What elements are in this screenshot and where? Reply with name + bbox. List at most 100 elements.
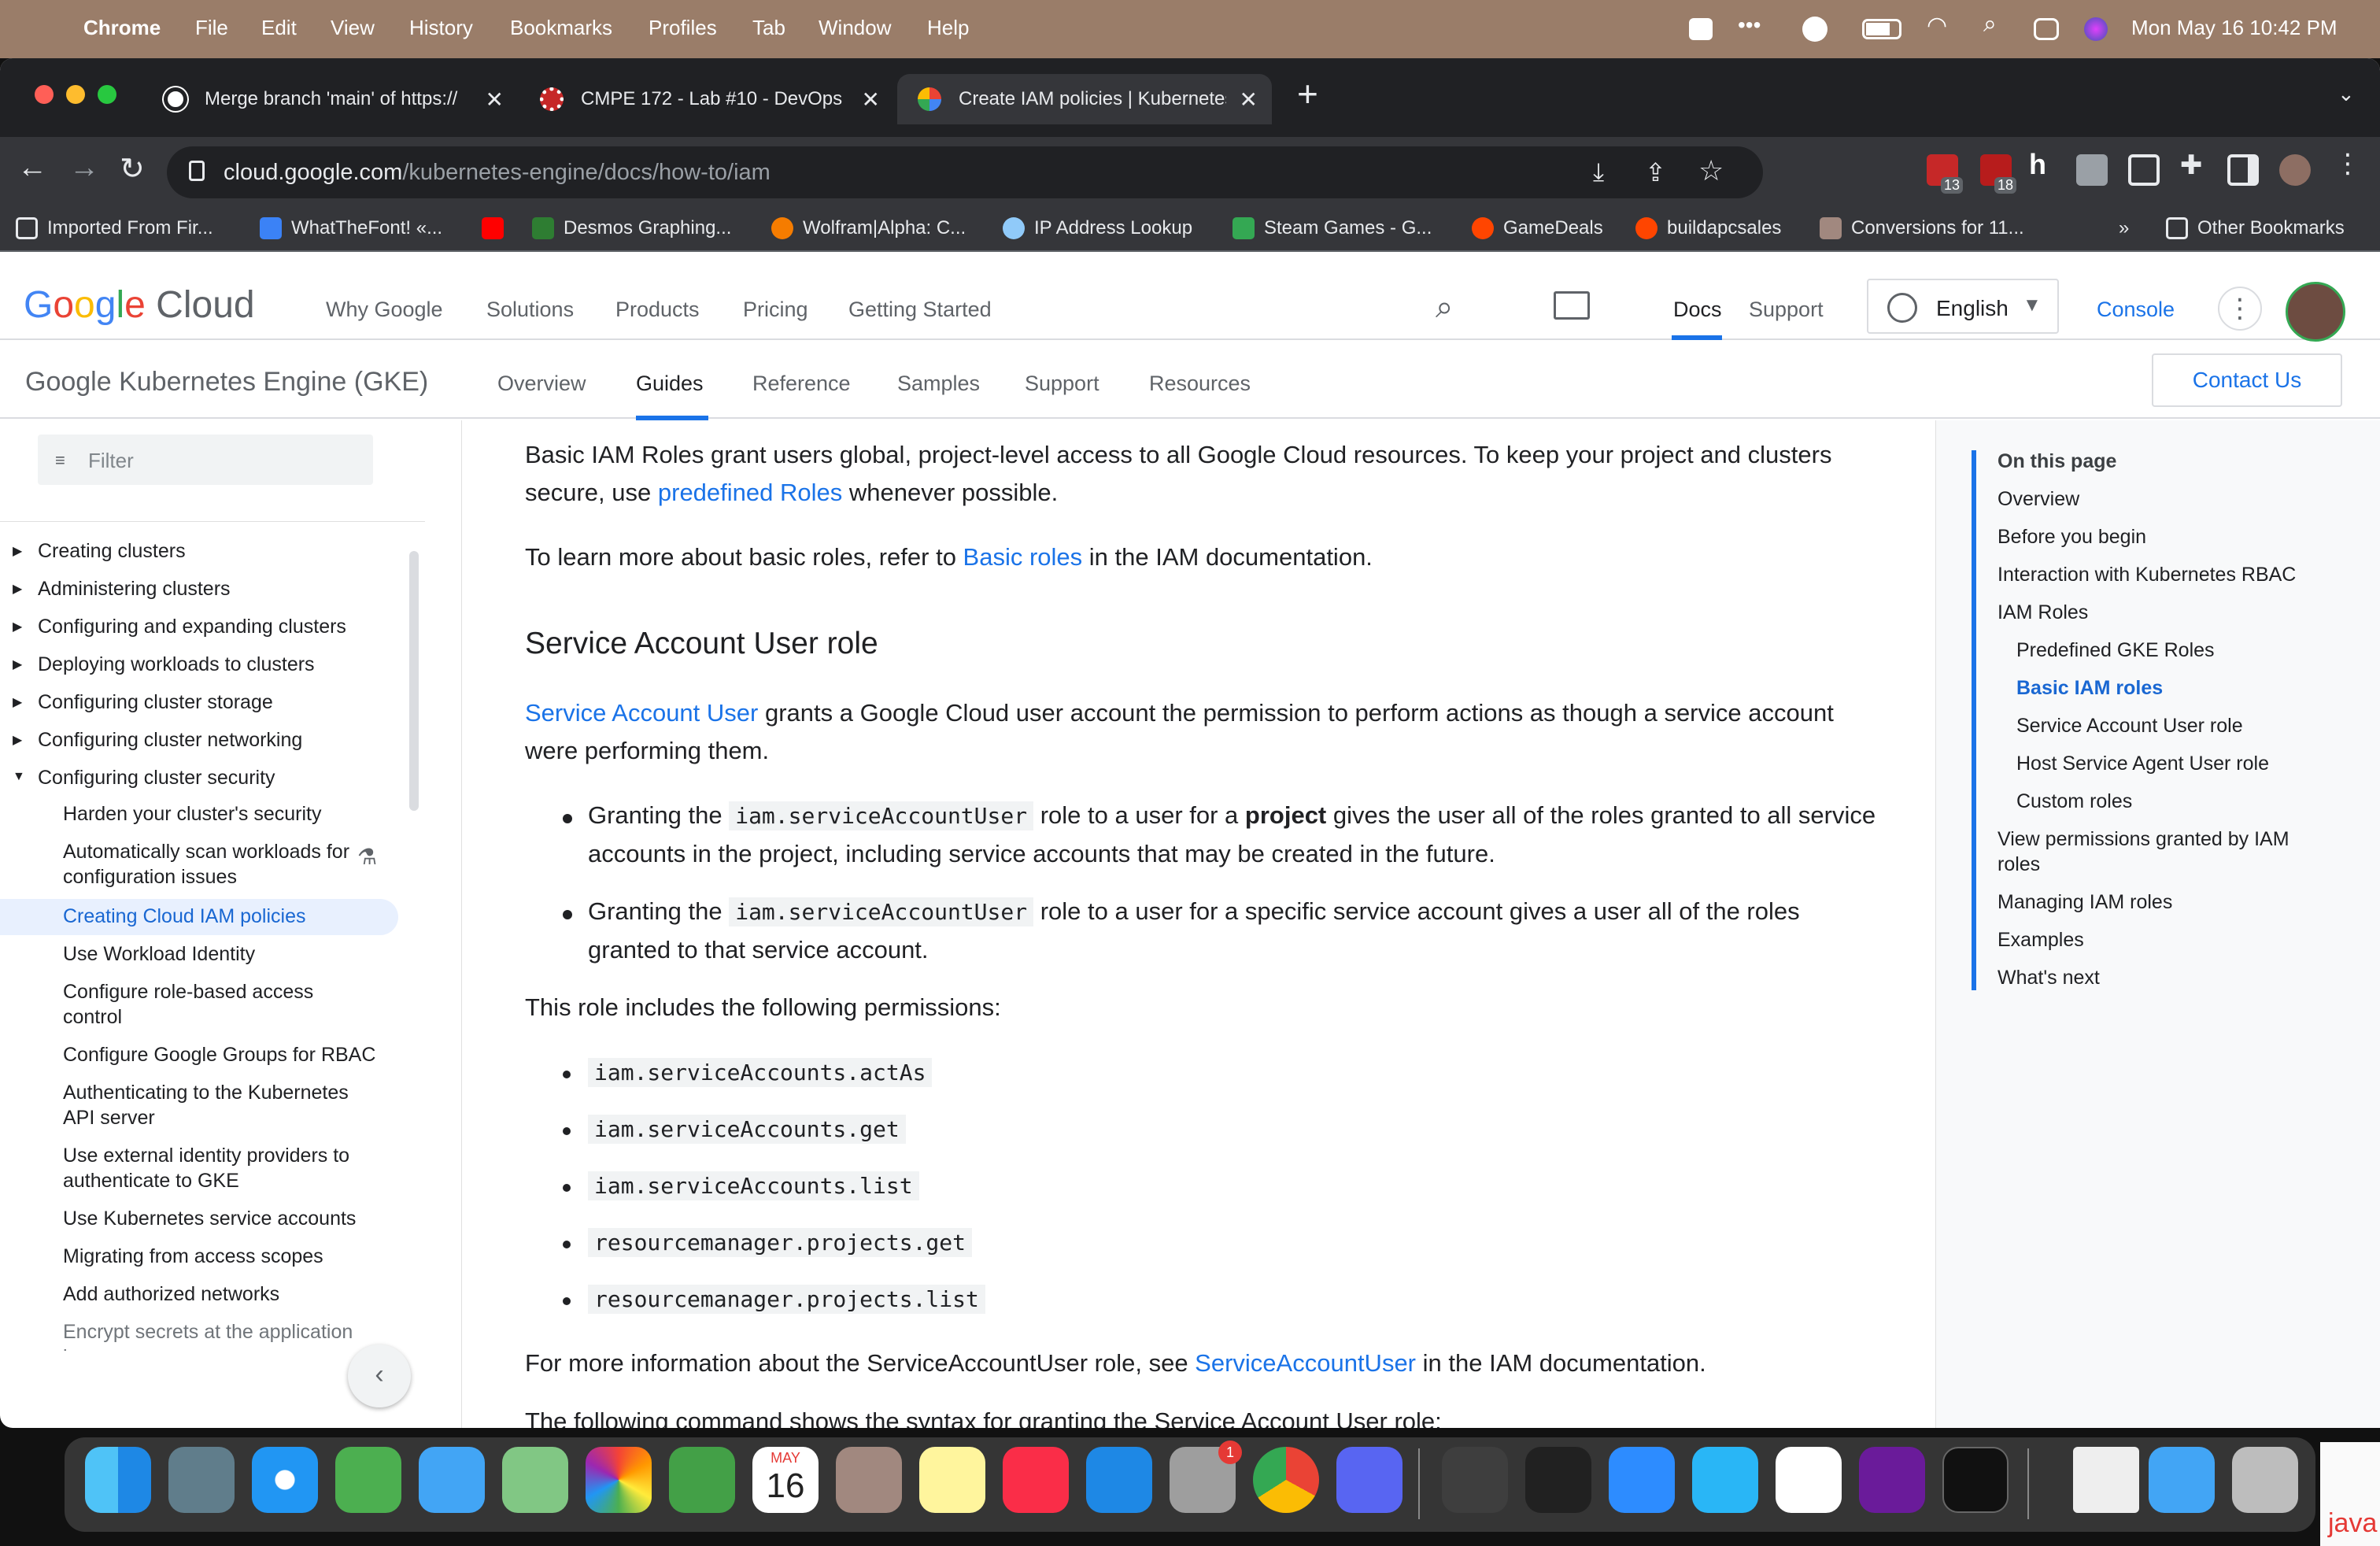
- toc-iam-roles[interactable]: IAM Roles: [1998, 600, 2088, 625]
- toc-interaction-rbac[interactable]: Interaction with Kubernetes RBAC: [1998, 562, 2296, 587]
- bookmark-desmos[interactable]: Desmos Graphing...: [532, 217, 731, 239]
- extension-printer-icon[interactable]: [2076, 154, 2108, 186]
- battery-icon[interactable]: [1862, 19, 1901, 39]
- menu-bookmarks[interactable]: Bookmarks: [510, 16, 612, 40]
- forward-button[interactable]: →: [69, 151, 99, 185]
- nav-why-google[interactable]: Why Google: [326, 298, 443, 322]
- safari-icon[interactable]: [252, 1447, 318, 1513]
- photos-icon[interactable]: [586, 1447, 652, 1513]
- other-bookmarks[interactable]: Other Bookmarks: [2166, 217, 2345, 239]
- bookmark-whatthefont[interactable]: WhatTheFont! «...: [260, 217, 442, 239]
- siri-icon[interactable]: [2084, 17, 2108, 41]
- nav-getting-started[interactable]: Getting Started: [848, 298, 992, 322]
- maximize-window-button[interactable]: [98, 85, 116, 104]
- back-button[interactable]: ←: [17, 151, 47, 185]
- downloads-folder-icon[interactable]: [2149, 1447, 2215, 1513]
- new-tab-button[interactable]: +: [1297, 72, 1318, 115]
- sidebar-item-scan-workloads[interactable]: Automatically scan workloads for configu…: [63, 839, 362, 890]
- tab-github[interactable]: Merge branch 'main' of https:// ✕: [143, 74, 518, 124]
- tab-resources[interactable]: Resources: [1149, 372, 1251, 396]
- service-account-user-link[interactable]: Service Account User: [525, 699, 758, 727]
- menu-app-name[interactable]: Chrome: [83, 16, 161, 40]
- nav-products[interactable]: Products: [615, 298, 700, 322]
- share-icon[interactable]: ⇪: [1645, 157, 1666, 187]
- address-bar[interactable]: cloud.google.com/kubernetes-engine/docs/…: [167, 146, 1763, 198]
- bookmark-youtube[interactable]: [482, 217, 513, 239]
- tab-search-chevron-icon[interactable]: ⌄: [2338, 82, 2355, 106]
- sidebar-item-creating-iam-policies[interactable]: Creating Cloud IAM policies: [63, 904, 378, 929]
- toc-examples[interactable]: Examples: [1998, 927, 2084, 952]
- bookmark-imported[interactable]: Imported From Fir...: [16, 217, 213, 239]
- contact-us-button[interactable]: Contact Us: [2152, 353, 2342, 407]
- facetime-status-icon[interactable]: [1689, 18, 1713, 40]
- google-cloud-logo[interactable]: Google Cloud: [24, 283, 255, 327]
- menu-history[interactable]: History: [409, 16, 473, 40]
- telegram-icon[interactable]: [1692, 1447, 1758, 1513]
- extension-calendar-icon[interactable]: 13: [1927, 154, 1963, 194]
- sidebar-section-configuring-expanding[interactable]: ▶ Configuring and expanding clusters: [13, 616, 346, 638]
- url-text[interactable]: cloud.google.com/kubernetes-engine/docs/…: [224, 160, 771, 186]
- notes-icon[interactable]: [919, 1447, 985, 1513]
- zoom-icon[interactable]: [1609, 1447, 1675, 1513]
- bookmark-ip-lookup[interactable]: IP Address Lookup: [1003, 217, 1192, 239]
- menubar-datetime[interactable]: Mon May 16 10:42 PM: [2131, 16, 2338, 40]
- github-desktop-icon[interactable]: [1859, 1447, 1925, 1513]
- sidebar-section-networking[interactable]: ▶ Configuring cluster networking: [13, 729, 302, 752]
- sidebar-item-external-idp[interactable]: Use external identity providers to authe…: [63, 1143, 378, 1193]
- sidebar-section-administering[interactable]: ▶ Administering clusters: [13, 578, 231, 601]
- close-window-button[interactable]: [35, 85, 54, 104]
- sidebar-section-creating-clusters[interactable]: ▶ Creating clusters: [13, 540, 186, 563]
- tab-google-cloud[interactable]: Create IAM policies | Kubernetes ✕: [897, 74, 1272, 124]
- nav-solutions[interactable]: Solutions: [486, 298, 574, 322]
- toc-host-service-agent[interactable]: Host Service Agent User role: [2016, 751, 2269, 776]
- finder-icon[interactable]: [85, 1447, 151, 1513]
- cloud-shell-icon[interactable]: [1554, 291, 1590, 320]
- slack-icon[interactable]: [1776, 1447, 1842, 1513]
- discord-icon[interactable]: [1336, 1447, 1402, 1513]
- service-account-user-iam-link[interactable]: ServiceAccountUser: [1195, 1349, 1416, 1377]
- menu-tab[interactable]: Tab: [752, 16, 785, 40]
- chrome-menu-icon[interactable]: ⋮: [2334, 148, 2366, 179]
- toc-managing-iam-roles[interactable]: Managing IAM roles: [1998, 890, 2172, 915]
- product-name[interactable]: Google Kubernetes Engine (GKE): [25, 367, 428, 398]
- profile-avatar[interactable]: [2279, 154, 2311, 186]
- launchpad-icon[interactable]: [168, 1447, 235, 1513]
- sidebar-section-deploying[interactable]: ▶ Deploying workloads to clusters: [13, 653, 315, 676]
- menu-help[interactable]: Help: [927, 16, 969, 40]
- calendar-icon[interactable]: MAY 16: [752, 1447, 819, 1513]
- bookmark-wolfram[interactable]: Wolfram|Alpha: C...: [771, 217, 966, 239]
- account-avatar[interactable]: [2286, 282, 2345, 342]
- minimize-window-button[interactable]: [66, 85, 85, 104]
- extension-honey-icon[interactable]: h: [2029, 148, 2060, 180]
- basic-roles-link[interactable]: Basic roles: [963, 543, 1083, 571]
- sidebar-item-authorized-networks[interactable]: Add authorized networks: [63, 1282, 394, 1307]
- close-tab-icon[interactable]: ✕: [862, 87, 880, 113]
- close-tab-icon[interactable]: ✕: [1240, 87, 1258, 113]
- contacts-icon[interactable]: [836, 1447, 902, 1513]
- menu-view[interactable]: View: [331, 16, 375, 40]
- install-app-icon[interactable]: ⤓: [1593, 157, 1604, 187]
- toc-view-permissions[interactable]: View permissions granted by IAM roles: [1998, 827, 2336, 877]
- side-panel-icon[interactable]: [2227, 154, 2259, 186]
- toc-predefined-gke-roles[interactable]: Predefined GKE Roles: [2016, 638, 2215, 663]
- maps-icon[interactable]: [502, 1447, 568, 1513]
- tab-support[interactable]: Support: [1025, 372, 1099, 396]
- search-icon[interactable]: ⌕: [1436, 290, 1453, 325]
- postman-icon[interactable]: [1525, 1447, 1591, 1513]
- lock-icon[interactable]: [189, 161, 205, 181]
- sidebar-scrollbar[interactable]: [409, 551, 419, 811]
- filter-input[interactable]: ≡ Filter: [38, 435, 373, 485]
- sidebar-item-google-groups-rbac[interactable]: Configure Google Groups for RBAC: [63, 1042, 394, 1067]
- tab-guides[interactable]: Guides: [636, 372, 704, 396]
- sidebar-item-harden[interactable]: Harden your cluster's security: [63, 801, 378, 827]
- terminal-icon[interactable]: [1942, 1447, 2009, 1513]
- trash-icon[interactable]: [2232, 1447, 2298, 1513]
- console-link[interactable]: Console: [2097, 298, 2175, 322]
- mail-icon[interactable]: [419, 1447, 485, 1513]
- tab-circleci[interactable]: CMPE 172 - Lab #10 - DevOps ✕: [519, 74, 894, 124]
- bookmark-conversions[interactable]: Conversions for 11...: [1820, 217, 2024, 239]
- more-options-icon[interactable]: ⋮: [2218, 287, 2262, 331]
- toc-whats-next[interactable]: What's next: [1998, 965, 2100, 990]
- messages-icon[interactable]: [335, 1447, 401, 1513]
- location-status-icon[interactable]: [1802, 17, 1828, 42]
